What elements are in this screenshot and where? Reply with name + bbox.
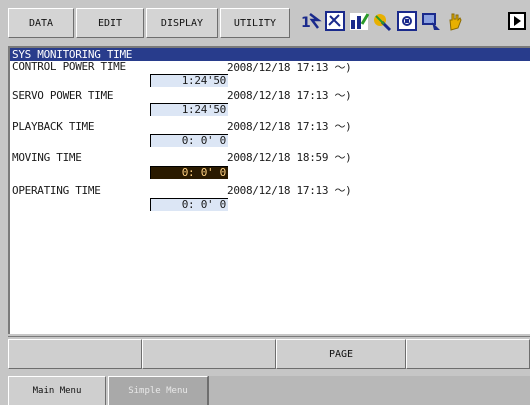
- moving-time-label: MOVING TIME: [12, 151, 82, 164]
- main-menu-button[interactable]: Main Menu: [8, 376, 106, 405]
- operating-time-value[interactable]: 0: 0' 0: [150, 198, 228, 211]
- moving-time-value[interactable]: 0: 0' 0: [150, 166, 228, 179]
- coordinate-icon[interactable]: 1: [300, 10, 322, 32]
- svg-text:1: 1: [301, 15, 311, 31]
- function-key-1[interactable]: [8, 339, 142, 369]
- operating-time-date: 2008/12/18 17:13 ～): [227, 184, 352, 197]
- servo-icon[interactable]: [420, 10, 442, 32]
- playback-time-value[interactable]: 0: 0' 0: [150, 134, 228, 147]
- servo-power-time-date: 2008/12/18 17:13 ～): [227, 89, 352, 102]
- top-menu-bar: DATA EDIT DISPLAY UTILITY 1: [0, 0, 530, 46]
- menu-tab-utility[interactable]: UTILITY: [220, 8, 290, 38]
- menu-tab-edit[interactable]: EDIT: [76, 8, 144, 38]
- menu-tab-data[interactable]: DATA: [8, 8, 74, 38]
- status-icon-strip: 1: [294, 6, 530, 36]
- frame-icon[interactable]: [396, 10, 418, 32]
- moving-time-date: 2008/12/18 18:59 ～): [227, 151, 352, 164]
- servo-power-time-label: SERVO POWER TIME: [12, 89, 114, 102]
- edit-icon[interactable]: [324, 10, 346, 32]
- playback-time-label: PLAYBACK TIME: [12, 120, 95, 133]
- bottom-menu-filler: [208, 376, 530, 405]
- control-power-time-label: CONTROL POWER TIME: [12, 60, 126, 73]
- control-power-time-date: 2008/12/18 17:13 ～): [227, 61, 352, 74]
- function-key-4[interactable]: [406, 339, 530, 369]
- page-arrow-icon[interactable]: [506, 10, 528, 32]
- hand-icon[interactable]: [444, 10, 466, 32]
- chart-icon[interactable]: [348, 10, 370, 32]
- function-key-row: PAGE: [8, 336, 530, 371]
- servo-power-time-value[interactable]: 1:24'50: [150, 103, 228, 116]
- control-power-time-value[interactable]: 1:24'50: [150, 74, 228, 87]
- menu-tab-display[interactable]: DISPLAY: [146, 8, 218, 38]
- operating-time-label: OPERATING TIME: [12, 184, 101, 197]
- function-key-2[interactable]: [142, 339, 276, 369]
- tool-icon[interactable]: [372, 10, 394, 32]
- simple-menu-button[interactable]: Simple Menu: [108, 376, 208, 405]
- bottom-menu-bar: Main Menu Simple Menu: [0, 374, 530, 405]
- playback-time-date: 2008/12/18 17:13 ～): [227, 120, 352, 133]
- sys-monitoring-panel: SYS MONITORING TIME CONTROL POWER TIME 2…: [8, 46, 530, 334]
- page-button[interactable]: PAGE: [276, 339, 406, 369]
